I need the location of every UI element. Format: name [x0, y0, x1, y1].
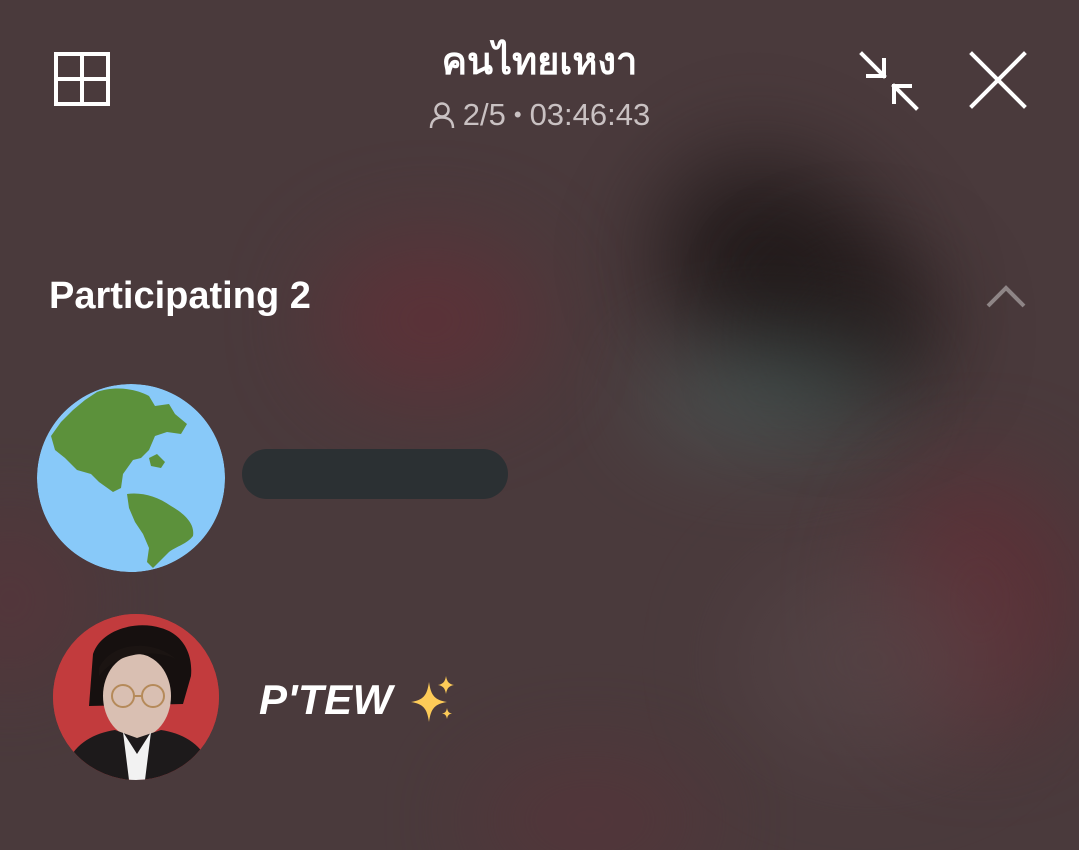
- globe-americas-icon: [37, 384, 225, 572]
- close-icon: [969, 51, 1027, 109]
- background-blur: [320, 240, 540, 400]
- background-blur: [740, 560, 1000, 760]
- chevron-up-icon: [986, 285, 1026, 308]
- sparkles-icon: [410, 676, 454, 722]
- profile-photo: [53, 614, 219, 780]
- call-screen: คนไทยเหงา 2/5 • 03:46:43 Participating 2…: [0, 0, 1079, 850]
- elapsed-time: 03:46:43: [529, 97, 651, 132]
- separator: •: [513, 102, 522, 127]
- background-blur: [470, 760, 710, 850]
- participants-section-title: Participating 2: [49, 275, 311, 317]
- participant-avatar[interactable]: [53, 614, 219, 780]
- minimize-icon: [859, 51, 919, 111]
- participant-name-redacted: [242, 449, 508, 499]
- background-blur: [640, 340, 900, 450]
- participant-name: P'TEW: [259, 676, 393, 723]
- participant-count: 2/5: [462, 97, 506, 132]
- participant-avatar[interactable]: [37, 384, 225, 572]
- minimize-button[interactable]: [858, 50, 920, 112]
- collapse-participants-button[interactable]: [984, 282, 1028, 310]
- close-button[interactable]: [968, 50, 1028, 110]
- participant-name-row: P'TEW: [259, 672, 455, 728]
- person-icon: [429, 102, 454, 129]
